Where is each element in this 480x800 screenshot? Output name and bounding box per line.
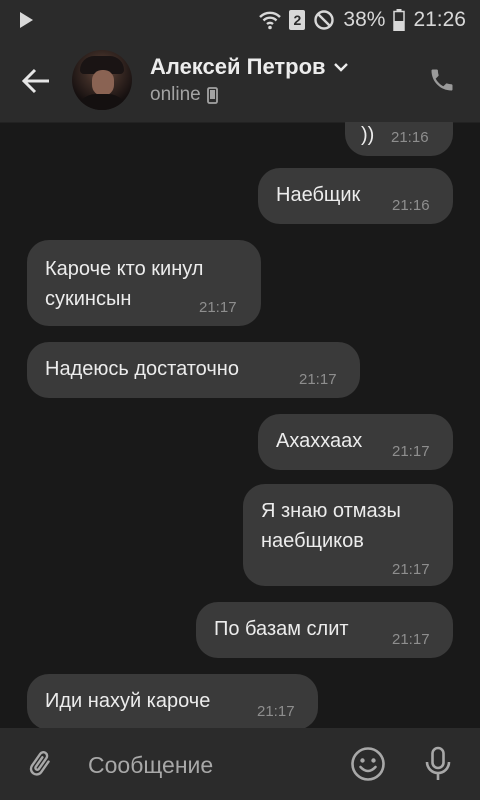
- message-text-line: наебщиков: [261, 530, 364, 552]
- mobile-device-icon: [206, 86, 218, 104]
- message-text-line: Кароче кто кинул: [45, 258, 204, 280]
- wifi-icon: [259, 11, 282, 30]
- contact-status: online: [150, 84, 218, 106]
- message-list[interactable]: )) 21:16 Наебщик 21:16 Кароче кто кинул …: [0, 122, 480, 728]
- message-text: )): [361, 124, 375, 146]
- message-text: Надеюсь достаточно: [45, 358, 239, 380]
- message-text: По базам слит: [214, 618, 349, 640]
- message-input[interactable]: [86, 742, 330, 788]
- online-status: online: [150, 84, 201, 105]
- avatar[interactable]: [72, 50, 132, 110]
- message-text: Кароче кто кинул сукинсын: [45, 254, 203, 314]
- voice-message-button[interactable]: [416, 742, 460, 786]
- chat-header: Алексей Петров online: [0, 40, 480, 123]
- message-bubble-outgoing[interactable]: Я знаю отмазы наебщиков 21:17: [243, 484, 453, 586]
- message-time: 21:17: [199, 299, 237, 316]
- status-indicators: 2 38% 21:26: [259, 0, 466, 40]
- message-time: 21:17: [257, 703, 295, 720]
- message-time: 21:17: [392, 631, 430, 648]
- contact-name-text: Алексей Петров: [150, 54, 326, 79]
- message-text: Наебщик: [276, 184, 361, 206]
- battery-percentage: 38%: [343, 8, 386, 31]
- message-bubble-incoming[interactable]: Кароче кто кинул сукинсын 21:17: [27, 240, 261, 326]
- microphone-icon: [425, 746, 451, 780]
- message-bubble-outgoing[interactable]: Наебщик 21:16: [258, 168, 453, 224]
- message-bubble-outgoing[interactable]: Ахаххаах 21:17: [258, 414, 453, 470]
- clock: 21:26: [413, 8, 466, 31]
- message-time: 21:17: [392, 443, 430, 460]
- composer-bar: [0, 728, 480, 800]
- message-bubble-outgoing[interactable]: По базам слит 21:17: [196, 602, 453, 658]
- media-play-icon: [20, 12, 33, 28]
- status-bar: 2 38% 21:26: [0, 0, 480, 40]
- message-time: 21:17: [392, 561, 430, 578]
- message-bubble-incoming[interactable]: Иди нахуй кароче 21:17: [27, 674, 318, 728]
- message-text-line: сукинсын: [45, 288, 132, 310]
- arrow-left-icon: [21, 68, 49, 94]
- back-button[interactable]: [14, 59, 58, 103]
- do-not-disturb-icon: [314, 10, 335, 30]
- message-bubble-incoming[interactable]: Надеюсь достаточно 21:17: [27, 342, 360, 398]
- message-bubble-outgoing[interactable]: )) 21:16: [345, 122, 453, 156]
- message-time: 21:16: [392, 197, 430, 214]
- phone-icon: [431, 69, 453, 91]
- avatar-coat: [76, 94, 128, 110]
- message-text: Иди нахуй кароче: [45, 690, 211, 712]
- attach-button[interactable]: [20, 744, 60, 784]
- chevron-down-icon: [333, 62, 348, 72]
- paperclip-icon: [29, 751, 50, 776]
- message-time: 21:16: [391, 129, 429, 146]
- contact-name[interactable]: Алексей Петров: [150, 54, 348, 80]
- message-time: 21:17: [299, 371, 337, 388]
- sim-indicator: 2: [289, 10, 306, 30]
- message-text: Ахаххаах: [276, 430, 363, 452]
- smiley-icon: [351, 747, 385, 781]
- battery-icon: [393, 9, 406, 31]
- avatar-face: [92, 70, 114, 96]
- call-button[interactable]: [424, 62, 460, 98]
- message-text: Я знаю отмазы наебщиков: [261, 496, 401, 556]
- emoji-button[interactable]: [348, 744, 388, 784]
- message-text-line: Я знаю отмазы: [261, 500, 401, 522]
